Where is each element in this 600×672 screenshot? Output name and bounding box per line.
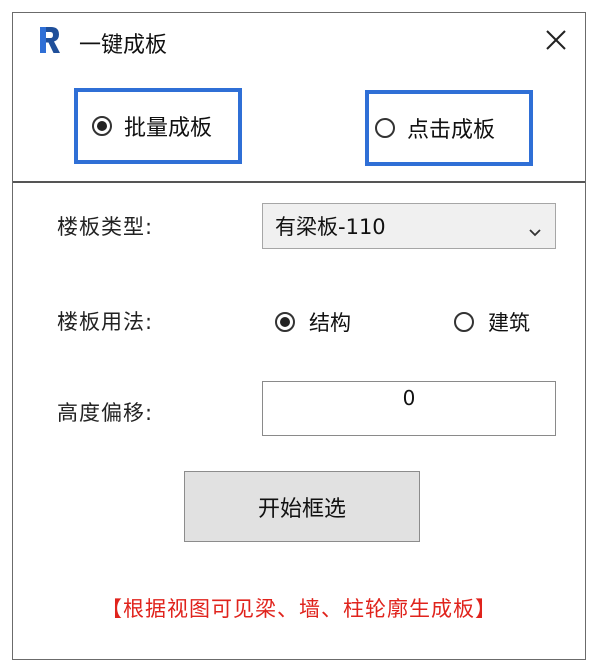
radio-unselected-icon xyxy=(454,312,474,332)
usage-structure-radio[interactable]: 结构 xyxy=(275,307,351,337)
floor-type-label: 楼板类型: xyxy=(57,215,154,239)
floor-type-value: 有梁板-110 xyxy=(275,215,386,239)
floor-type-select[interactable]: 有梁板-110 xyxy=(262,203,556,249)
mode-click-label: 点击成板 xyxy=(407,118,496,143)
usage-architecture-radio[interactable]: 建筑 xyxy=(454,307,530,337)
window-title: 一键成板 xyxy=(79,33,168,58)
usage-architecture-label: 建筑 xyxy=(488,311,530,335)
close-icon[interactable] xyxy=(541,25,571,55)
mode-batch-label: 批量成板 xyxy=(124,116,213,141)
mode-click-radio[interactable]: 点击成板 xyxy=(365,90,533,166)
mode-batch-radio[interactable]: 批量成板 xyxy=(74,88,242,164)
height-offset-input[interactable]: 0 xyxy=(262,381,556,436)
section-divider xyxy=(13,181,585,183)
radio-unselected-icon xyxy=(375,118,395,138)
revit-logo-icon xyxy=(37,25,63,55)
usage-structure-label: 结构 xyxy=(309,311,351,335)
chevron-down-icon xyxy=(529,222,541,237)
start-selection-button[interactable]: 开始框选 xyxy=(184,471,420,542)
radio-selected-icon xyxy=(275,312,295,332)
radio-selected-icon xyxy=(92,116,112,136)
dialog-window: 一键成板 批量成板 点击成板 楼板类型: 有梁板-110 楼板用法: 结构 建筑… xyxy=(12,12,586,660)
title-bar: 一键成板 xyxy=(13,13,585,73)
usage-label: 楼板用法: xyxy=(57,310,154,334)
offset-label: 高度偏移: xyxy=(57,401,154,425)
hint-note: 【根据视图可见梁、墙、柱轮廓生成板】 xyxy=(101,597,497,621)
